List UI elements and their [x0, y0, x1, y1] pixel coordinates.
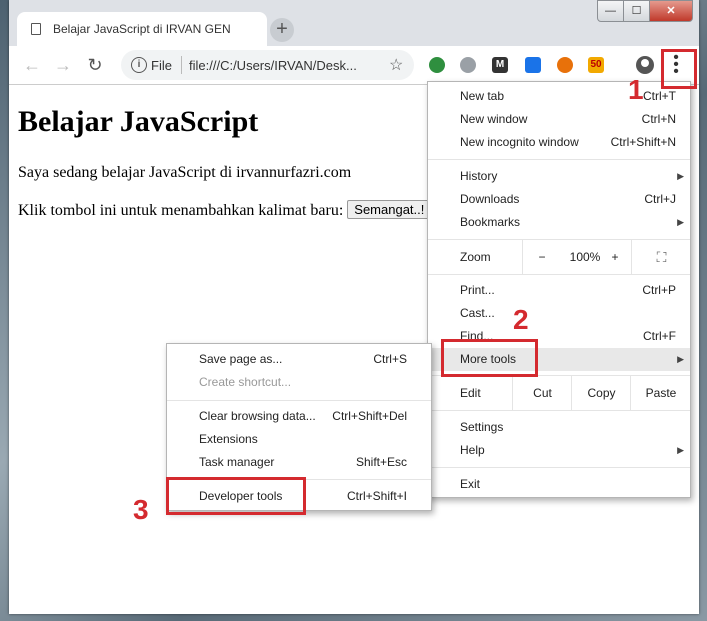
menu-item-task-manager[interactable]: Task manager Shift+Esc: [167, 451, 431, 474]
menu-divider: [428, 410, 690, 411]
menu-label: Extensions: [199, 432, 258, 446]
menu-item-extensions[interactable]: Extensions: [167, 428, 431, 451]
title-bar: Belajar JavaScript di IRVAN GEN + — ☐ ✕: [9, 0, 699, 46]
scheme-label: File: [151, 58, 172, 73]
menu-item-downloads[interactable]: Downloads Ctrl+J: [428, 188, 690, 211]
annotation-box-menu: [661, 49, 697, 89]
menu-item-bookmarks[interactable]: Bookmarks ▶: [428, 211, 690, 234]
address-bar[interactable]: i File file:///C:/Users/IRVAN/Desk... ☆: [121, 50, 414, 80]
page-heading: Belajar JavaScript: [18, 105, 259, 138]
menu-label: New incognito window: [460, 135, 579, 149]
globe-icon[interactable]: [460, 57, 476, 73]
chrome-main-menu: New tab Ctrl+T New window Ctrl+N New inc…: [427, 81, 691, 498]
menu-label: Clear browsing data...: [199, 409, 316, 423]
menu-label: History: [460, 169, 498, 183]
tab-title: Belajar JavaScript di IRVAN GEN: [53, 22, 231, 36]
copy-button[interactable]: Copy: [571, 376, 631, 410]
page-icon: [31, 23, 41, 35]
page-text-line1: Saya sedang belajar JavaScript di irvann…: [18, 164, 352, 181]
menu-shortcut: Ctrl+S: [373, 352, 407, 366]
new-tab-button[interactable]: +: [270, 18, 294, 42]
menu-item-cast[interactable]: Cast...: [428, 302, 690, 325]
menu-label: Edit: [460, 386, 481, 400]
minimize-button[interactable]: —: [597, 0, 624, 22]
annotation-box-developer-tools: [166, 477, 306, 515]
star-icon[interactable]: ☆: [389, 55, 403, 75]
menu-shortcut: Ctrl+J: [644, 192, 676, 206]
sync-icon[interactable]: [557, 57, 573, 73]
menu-shortcut: Shift+Esc: [355, 455, 407, 469]
menu-label: Help: [460, 443, 485, 457]
menu-label: Exit: [460, 477, 481, 491]
menu-label: Task manager: [199, 455, 275, 469]
annotation-box-more-tools: [441, 339, 538, 377]
arrow-left-icon[interactable]: ←: [21, 54, 43, 76]
menu-label: Cast...: [460, 306, 495, 320]
menu-item-settings[interactable]: Settings: [428, 416, 690, 439]
browser-tab[interactable]: Belajar JavaScript di IRVAN GEN: [17, 12, 267, 46]
browser-toolbar: ← → ↻ i File file:///C:/Users/IRVAN/Desk…: [9, 46, 699, 85]
submenu-arrow-icon: ▶: [677, 171, 684, 181]
annotation-step-1: 1: [628, 74, 644, 105]
menu-divider: [428, 159, 690, 160]
submenu-arrow-icon: ▶: [677, 217, 684, 227]
badge-icon[interactable]: 50: [588, 57, 604, 73]
submenu-arrow-icon: ▶: [677, 445, 684, 455]
annotation-step-2: 2: [513, 304, 529, 335]
menu-item-zoom: Zoom − 100% + ⛶: [428, 240, 690, 274]
menu-label: New window: [460, 112, 528, 126]
menu-label: Bookmarks: [460, 215, 521, 229]
menu-shortcut: Ctrl+F: [643, 329, 676, 343]
divider: [181, 56, 182, 74]
menu-item-history[interactable]: History ▶: [428, 165, 690, 188]
menu-item-new-tab[interactable]: New tab Ctrl+T: [428, 85, 690, 108]
idm-icon[interactable]: [429, 57, 445, 73]
menu-label: Zoom: [460, 250, 491, 264]
menu-item-help[interactable]: Help ▶: [428, 439, 690, 462]
menu-divider: [167, 400, 431, 401]
cut-button[interactable]: Cut: [512, 376, 572, 410]
menu-item-save-page[interactable]: Save page as... Ctrl+S: [167, 348, 431, 371]
menu-label: Save page as...: [199, 352, 283, 366]
menu-label: Print...: [460, 283, 495, 297]
share-icon[interactable]: [525, 57, 541, 73]
arrow-right-icon[interactable]: →: [52, 54, 74, 76]
fullscreen-icon[interactable]: ⛶: [631, 240, 691, 274]
menu-item-create-shortcut: Create shortcut...: [167, 371, 431, 394]
zoom-out-button[interactable]: −: [522, 240, 561, 274]
url-text[interactable]: file:///C:/Users/IRVAN/Desk...: [189, 58, 357, 73]
menu-label: Create shortcut...: [199, 375, 292, 389]
menu-shortcut: Ctrl+Shift+I: [346, 489, 407, 503]
close-button[interactable]: ✕: [649, 0, 693, 22]
menu-shortcut: Ctrl+N: [641, 112, 676, 126]
menu-item-incognito[interactable]: New incognito window Ctrl+Shift+N: [428, 131, 690, 154]
menu-item-clear-data[interactable]: Clear browsing data... Ctrl+Shift+Del: [167, 405, 431, 428]
menu-shortcut: Ctrl+P: [642, 283, 676, 297]
button-prompt: Klik tombol ini untuk menambahkan kalima…: [18, 202, 344, 219]
paste-button[interactable]: Paste: [630, 376, 691, 410]
menu-label: New tab: [460, 89, 505, 103]
menu-item-edit: Edit Cut Copy Paste: [428, 376, 690, 410]
submenu-arrow-icon: ▶: [677, 354, 684, 364]
m-icon[interactable]: M: [492, 57, 508, 73]
menu-item-new-window[interactable]: New window Ctrl+N: [428, 108, 690, 131]
menu-item-print[interactable]: Print... Ctrl+P: [428, 279, 690, 302]
page-text-line2: Klik tombol ini untuk menambahkan kalima…: [18, 200, 432, 220]
menu-label: Downloads: [460, 192, 520, 206]
menu-shortcut: Ctrl+Shift+N: [610, 135, 676, 149]
reload-icon[interactable]: ↻: [84, 54, 106, 76]
menu-divider: [428, 467, 690, 468]
account-icon[interactable]: [636, 56, 654, 74]
menu-shortcut: Ctrl+Shift+Del: [332, 409, 407, 423]
info-icon[interactable]: i: [131, 57, 147, 73]
annotation-step-3: 3: [133, 494, 149, 525]
maximize-button[interactable]: ☐: [623, 0, 650, 22]
menu-label: Settings: [460, 420, 504, 434]
semangat-button[interactable]: Semangat..!: [347, 200, 432, 219]
menu-divider: [428, 274, 690, 275]
menu-item-exit[interactable]: Exit: [428, 473, 690, 496]
zoom-in-button[interactable]: +: [600, 240, 630, 274]
